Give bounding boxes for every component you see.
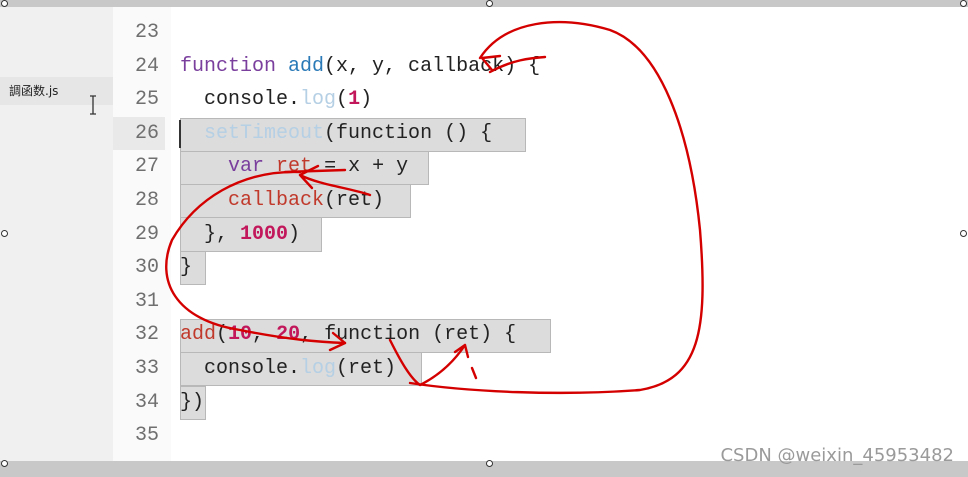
annotation-ink — [165, 21, 704, 395]
resize-handle-middle-right[interactable] — [960, 230, 967, 237]
ink-arrow-ret2 — [283, 168, 347, 174]
resize-handle-top-center[interactable] — [486, 0, 493, 7]
resize-handle-middle-left[interactable] — [1, 230, 8, 237]
resize-handle-top-right[interactable] — [960, 0, 967, 7]
resize-handle-top-left[interactable] — [1, 0, 8, 7]
watermark: CSDN @weixin_45953482 — [720, 445, 954, 466]
ink-stroke-callback — [488, 55, 547, 74]
resize-handle-bottom-left[interactable] — [1, 460, 8, 467]
ink-loop-bottom — [388, 338, 470, 387]
ink-loop-left — [165, 170, 347, 345]
ink-tick — [470, 366, 478, 380]
resize-handle-bottom-center[interactable] — [486, 460, 493, 467]
ink-loop-callback — [408, 21, 704, 395]
